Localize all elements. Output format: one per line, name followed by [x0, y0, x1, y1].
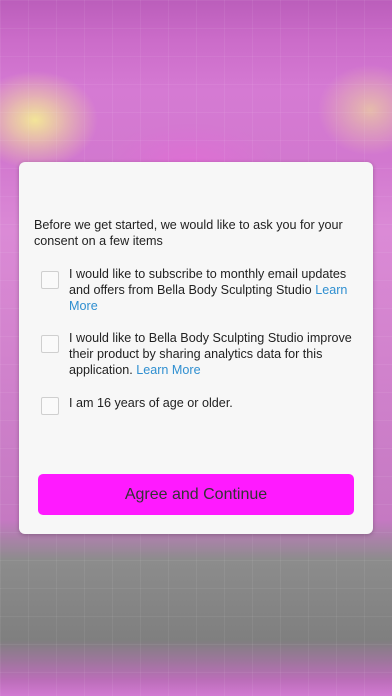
age-consent-checkbox[interactable]: [41, 397, 59, 415]
analytics-consent-text: I would like to Bella Body Sculpting Stu…: [69, 331, 352, 377]
consent-dialog: Before we get started, we would like to …: [19, 162, 373, 534]
agree-and-continue-button[interactable]: Agree and Continue: [38, 474, 354, 515]
email-consent-label: I would like to subscribe to monthly ema…: [69, 266, 354, 314]
age-consent-label: I am 16 years of age or older.: [69, 396, 233, 410]
consent-intro-text: Before we get started, we would like to …: [34, 218, 343, 248]
email-consent-checkbox[interactable]: [41, 271, 59, 289]
email-consent-text: I would like to subscribe to monthly ema…: [69, 267, 347, 297]
analytics-learn-more-link[interactable]: Learn More: [136, 363, 200, 377]
analytics-consent-label: I would like to Bella Body Sculpting Stu…: [69, 330, 354, 378]
analytics-consent-checkbox[interactable]: [41, 335, 59, 353]
